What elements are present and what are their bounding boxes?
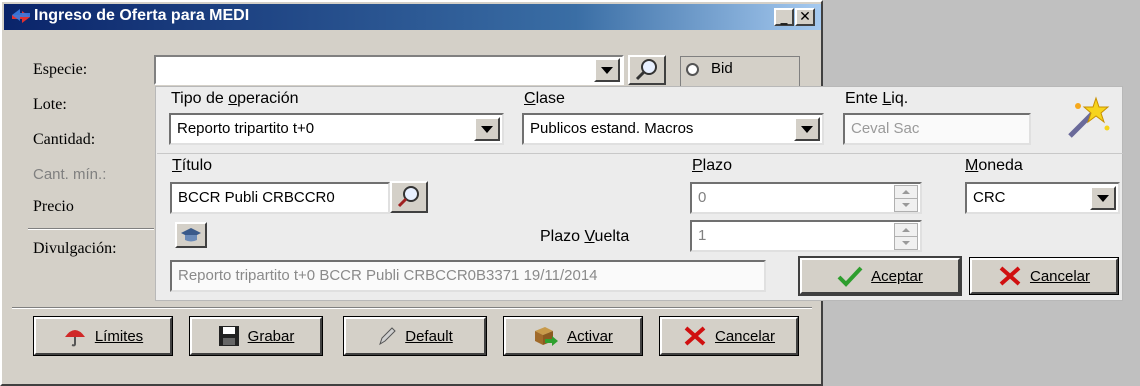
lote-label: Lote:: [33, 96, 67, 113]
magnifier-icon: [635, 59, 657, 81]
cant-min-label: Cant. mín.:: [33, 166, 107, 183]
clase-label: Clase: [524, 90, 565, 107]
clase-select[interactable]: Publicos estand. Macros: [522, 113, 824, 145]
close-button[interactable]: ✕: [795, 8, 815, 26]
plazo-up-button[interactable]: [894, 185, 918, 199]
overlay-cancelar-button[interactable]: Cancelar: [969, 257, 1119, 295]
box-arrow-icon: [535, 327, 559, 346]
moneda-label: Moneda: [965, 157, 1023, 174]
cancelar-button[interactable]: Cancelar: [659, 316, 799, 356]
minimize-button[interactable]: _: [774, 8, 794, 26]
tipo-dropdown-button[interactable]: [474, 117, 500, 141]
plazo-vuelta-down-button[interactable]: [894, 236, 918, 250]
activar-label: Activar: [567, 327, 613, 345]
pencil-icon: [379, 327, 396, 346]
graduation-cap-button[interactable]: [175, 222, 207, 248]
plazo-value: 0: [698, 189, 707, 206]
x-icon: [684, 326, 706, 346]
x-icon: [999, 266, 1021, 286]
especie-label: Especie:: [33, 61, 88, 78]
window-title: Ingreso de Oferta para MEDI: [34, 7, 250, 24]
titulo-field[interactable]: BCCR Publi CRBCCR0: [170, 182, 390, 214]
descripcion-field: Reporto tripartito t+0 BCCR Publi CRBCCR…: [170, 260, 766, 292]
tipo-operacion-label: Tipo de operación: [171, 90, 299, 107]
plazo-label: Plazo: [692, 157, 733, 174]
bid-radio[interactable]: [686, 63, 699, 76]
descripcion-value: Reporto tripartito t+0 BCCR Publi CRBCCR…: [178, 267, 598, 284]
grabar-button[interactable]: Grabar: [189, 316, 323, 356]
tipo-operacion-value: Reporto tripartito t+0: [177, 120, 315, 137]
default-button[interactable]: Default: [343, 316, 487, 356]
chevron-down-icon: [601, 66, 613, 74]
plazo-vuelta-up-button[interactable]: [894, 223, 918, 237]
panel-divider: [157, 153, 1123, 154]
limites-button[interactable]: Límites: [33, 316, 173, 356]
chevron-down-icon: [1097, 194, 1109, 202]
app-arrows-icon: [12, 9, 30, 23]
chevron-down-icon: [481, 125, 493, 133]
cantidad-label: Cantidad:: [33, 131, 96, 148]
plazo-vuelta-field[interactable]: 1: [690, 220, 922, 252]
titulo-search-button[interactable]: [390, 181, 428, 213]
titulo-value: BCCR Publi CRBCCR0: [178, 189, 335, 206]
title-bar[interactable]: Ingreso de Oferta para MEDI _ ✕: [4, 4, 821, 30]
titulo-label: Título: [172, 157, 213, 174]
ente-liq-label: Ente Liq.: [845, 90, 909, 107]
plazo-vuelta-label: Plazo Vuelta: [540, 228, 630, 245]
default-label: Default: [405, 327, 453, 345]
plazo-down-button[interactable]: [894, 198, 918, 212]
especie-combo[interactable]: [154, 55, 624, 85]
graduation-cap-icon: [181, 228, 201, 242]
especie-search-button[interactable]: [628, 55, 666, 85]
tipo-operacion-select[interactable]: Reporto tripartito t+0: [169, 113, 504, 145]
grabar-label: Grabar: [247, 327, 295, 345]
limites-label: Límites: [94, 327, 144, 345]
moneda-dropdown-button[interactable]: [1090, 186, 1116, 210]
plazo-field[interactable]: 0: [690, 182, 922, 214]
especie-dropdown-button[interactable]: [594, 58, 620, 82]
bid-radio-label: Bid: [711, 60, 733, 77]
aceptar-label: Aceptar: [871, 267, 923, 285]
ente-liq-value: Ceval Sac: [851, 120, 920, 137]
divulgacion-label: Divulgación:: [33, 240, 117, 257]
magic-wand-icon: [1068, 96, 1110, 138]
clase-value: Publicos estand. Macros: [530, 120, 694, 137]
check-icon: [837, 266, 863, 287]
ente-liq-field[interactable]: Ceval Sac: [843, 113, 1031, 145]
precio-label: Precio: [33, 198, 74, 215]
bottom-divider: [12, 307, 812, 309]
divider: [28, 228, 154, 230]
overlay-cancelar-label: Cancelar: [1029, 267, 1091, 285]
cancelar-label: Cancelar: [714, 327, 776, 345]
plazo-vuelta-value: 1: [698, 227, 707, 244]
activar-button[interactable]: Activar: [503, 316, 643, 356]
chevron-down-icon: [801, 125, 813, 133]
umbrella-icon: [64, 330, 85, 347]
aceptar-button[interactable]: Aceptar: [798, 256, 962, 296]
floppy-disk-icon: [218, 326, 239, 346]
clase-dropdown-button[interactable]: [794, 117, 820, 141]
magnifier-icon: [397, 186, 419, 208]
